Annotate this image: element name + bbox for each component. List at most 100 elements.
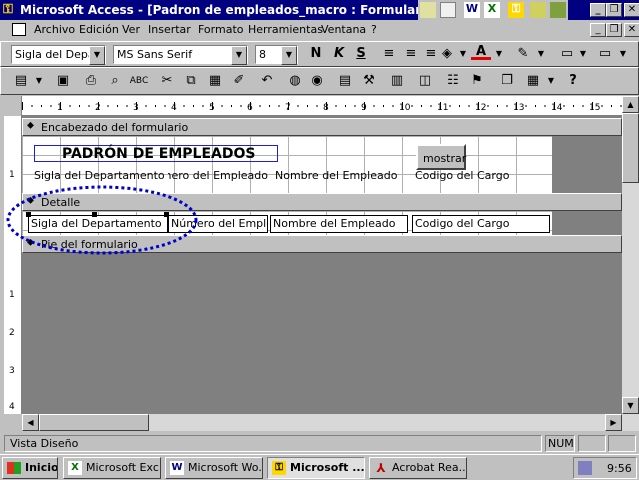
- close-button[interactable]: ✕: [624, 3, 639, 17]
- doc-minimize-button[interactable]: _: [590, 23, 606, 37]
- insert-hyperlink-icon[interactable]: ◍: [285, 71, 305, 91]
- task-access-label: Microsoft ...: [290, 461, 365, 474]
- scroll-thumb[interactable]: [622, 113, 639, 183]
- status-text: Vista Diseño: [4, 435, 542, 452]
- excel-shortcut-icon[interactable]: X: [484, 2, 500, 18]
- task-word[interactable]: W Microsoft Wo...: [165, 457, 263, 479]
- vertical-scrollbar[interactable]: ▲ ▼: [622, 96, 639, 414]
- size-combo-value: 8: [259, 48, 266, 61]
- scroll-up-arrow[interactable]: ▲: [622, 96, 639, 113]
- chevron-down-icon[interactable]: ▼: [613, 44, 633, 64]
- database-window-icon[interactable]: ❐: [497, 71, 517, 91]
- form-design-window: 1 2 3 4 5 6 7 8 9 10 11 12 13 14 15 1 1 2 3 4 ⬥ Encabe…: [4, 96, 639, 414]
- restore-button[interactable]: ❐: [606, 3, 622, 17]
- spelling-icon[interactable]: ABC: [129, 71, 149, 91]
- shortcut-icon-6[interactable]: [530, 2, 546, 18]
- header-label-nombre[interactable]: Nombre del Empleado: [275, 169, 397, 182]
- scroll-right-arrow[interactable]: ▶: [605, 414, 622, 431]
- menu-insertar[interactable]: Insertar: [148, 23, 191, 36]
- line-color-icon[interactable]: ✎: [513, 44, 533, 64]
- code-icon[interactable]: ◫: [415, 71, 435, 91]
- menu-edicion[interactable]: Edición: [79, 23, 119, 36]
- undo-icon[interactable]: ↶: [257, 71, 277, 91]
- font-color-icon[interactable]: A: [471, 44, 491, 60]
- field-list-icon[interactable]: ▤: [335, 71, 355, 91]
- field-codigo-cargo[interactable]: Codigo del Cargo: [412, 215, 550, 233]
- task-access[interactable]: ⚿ Microsoft ...: [267, 457, 365, 479]
- header-label-sigla[interactable]: Sigla del Departamento: [34, 169, 165, 182]
- chevron-down-icon[interactable]: ▼: [573, 44, 593, 64]
- field-nombre-empleado[interactable]: Nombre del Empleado: [270, 215, 408, 233]
- special-effect-icon[interactable]: ▭: [595, 44, 615, 64]
- chevron-down-icon[interactable]: ▼: [531, 44, 551, 64]
- title-label[interactable]: PADRÓN DE EMPLEADOS: [34, 145, 278, 162]
- menu-ver[interactable]: Ver: [122, 23, 140, 36]
- help-icon[interactable]: ?: [563, 71, 583, 91]
- cut-icon[interactable]: ✂: [157, 71, 177, 91]
- properties-icon[interactable]: ☷: [443, 71, 463, 91]
- chevron-down-icon[interactable]: ▼: [453, 44, 473, 64]
- task-excel[interactable]: X Microsoft Exc...: [63, 457, 161, 479]
- status-panel: [608, 435, 636, 452]
- menu-archivo[interactable]: Archivo: [34, 23, 75, 36]
- form-selector[interactable]: [4, 96, 22, 116]
- show-button[interactable]: mostrar: [416, 144, 466, 170]
- form-design-toolbar: ▤ ▼ ▣ ⎙ ⌕ ABC ✂ ⧉ ▦ ✐ ↶ ◍ ◉ ▤ ⚒ ▥ ◫ ☷ ⚑ …: [0, 67, 639, 95]
- chevron-down-icon[interactable]: ▼: [29, 71, 49, 91]
- access-key-icon: ⚿: [3, 2, 13, 17]
- show-button-label: mostrar: [423, 152, 467, 165]
- horizontal-scrollbar[interactable]: ◀ ▶: [22, 414, 639, 431]
- object-combo[interactable]: Sigla del Depart ▼: [11, 45, 106, 65]
- build-icon[interactable]: ⚑: [467, 71, 487, 91]
- font-combo[interactable]: MS Sans Serif ▼: [113, 45, 248, 65]
- header-label-numero[interactable]: Número del Empleado: [168, 169, 268, 182]
- bold-button[interactable]: N: [306, 44, 326, 64]
- format-painter-icon[interactable]: ✐: [229, 71, 249, 91]
- web-toolbar-icon[interactable]: ◉: [307, 71, 327, 91]
- align-center-icon[interactable]: ≡: [401, 44, 421, 64]
- status-bar: Vista Diseño NUM: [0, 433, 639, 453]
- doc-close-button[interactable]: ✕: [624, 23, 639, 37]
- new-object-icon[interactable]: ▦: [523, 71, 543, 91]
- chevron-down-icon[interactable]: ▼: [231, 46, 247, 65]
- font-combo-value: MS Sans Serif: [117, 48, 193, 61]
- size-combo[interactable]: 8 ▼: [255, 45, 298, 65]
- menu-herramientas[interactable]: Herramientas: [248, 23, 323, 36]
- chevron-down-icon[interactable]: ▼: [541, 71, 561, 91]
- ruler-number: 2: [95, 103, 101, 113]
- start-button[interactable]: Inicio: [2, 457, 58, 479]
- menu-ayuda[interactable]: ?: [371, 23, 377, 36]
- menu-formato[interactable]: Formato: [198, 23, 244, 36]
- toolbox-icon[interactable]: ⚒: [359, 71, 379, 91]
- clock[interactable]: 9:56: [607, 462, 632, 475]
- underline-button[interactable]: S: [351, 44, 371, 64]
- shortcut-icon-1[interactable]: [420, 2, 436, 18]
- print-preview-icon[interactable]: ⌕: [105, 71, 125, 91]
- print-icon[interactable]: ⎙: [81, 71, 101, 91]
- chevron-down-icon[interactable]: ▼: [489, 44, 509, 64]
- copy-icon[interactable]: ⧉: [181, 71, 201, 91]
- form-doc-icon[interactable]: [12, 23, 26, 36]
- header-label-codigo[interactable]: Codigo del Cargo: [415, 169, 509, 182]
- save-icon[interactable]: ▣: [53, 71, 73, 91]
- shortcut-icon-2[interactable]: [440, 2, 456, 18]
- task-acrobat[interactable]: ⅄ Acrobat Rea...: [369, 457, 467, 479]
- nav-first-button[interactable]: ◀: [22, 414, 39, 431]
- italic-button[interactable]: K: [329, 44, 349, 64]
- access-shortcut-icon[interactable]: ⚿: [508, 2, 524, 18]
- align-left-icon[interactable]: ≡: [379, 44, 399, 64]
- menu-ventana[interactable]: Ventana: [321, 23, 366, 36]
- chevron-down-icon[interactable]: ▼: [281, 46, 297, 65]
- scroll-down-arrow[interactable]: ▼: [622, 397, 639, 414]
- tray-icon[interactable]: [578, 461, 592, 475]
- view-icon[interactable]: ▤: [11, 71, 31, 91]
- shortcut-icon-7[interactable]: [550, 2, 566, 18]
- doc-restore-button[interactable]: ❐: [606, 23, 622, 37]
- paste-icon[interactable]: ▦: [205, 71, 225, 91]
- word-shortcut-icon[interactable]: W: [464, 2, 480, 18]
- scroll-thumb[interactable]: [39, 414, 149, 431]
- autoformat-icon[interactable]: ▥: [387, 71, 407, 91]
- minimize-button[interactable]: _: [590, 3, 606, 17]
- chevron-down-icon[interactable]: ▼: [89, 46, 105, 65]
- header-section-bar[interactable]: ⬥ Encabezado del formulario: [22, 118, 622, 136]
